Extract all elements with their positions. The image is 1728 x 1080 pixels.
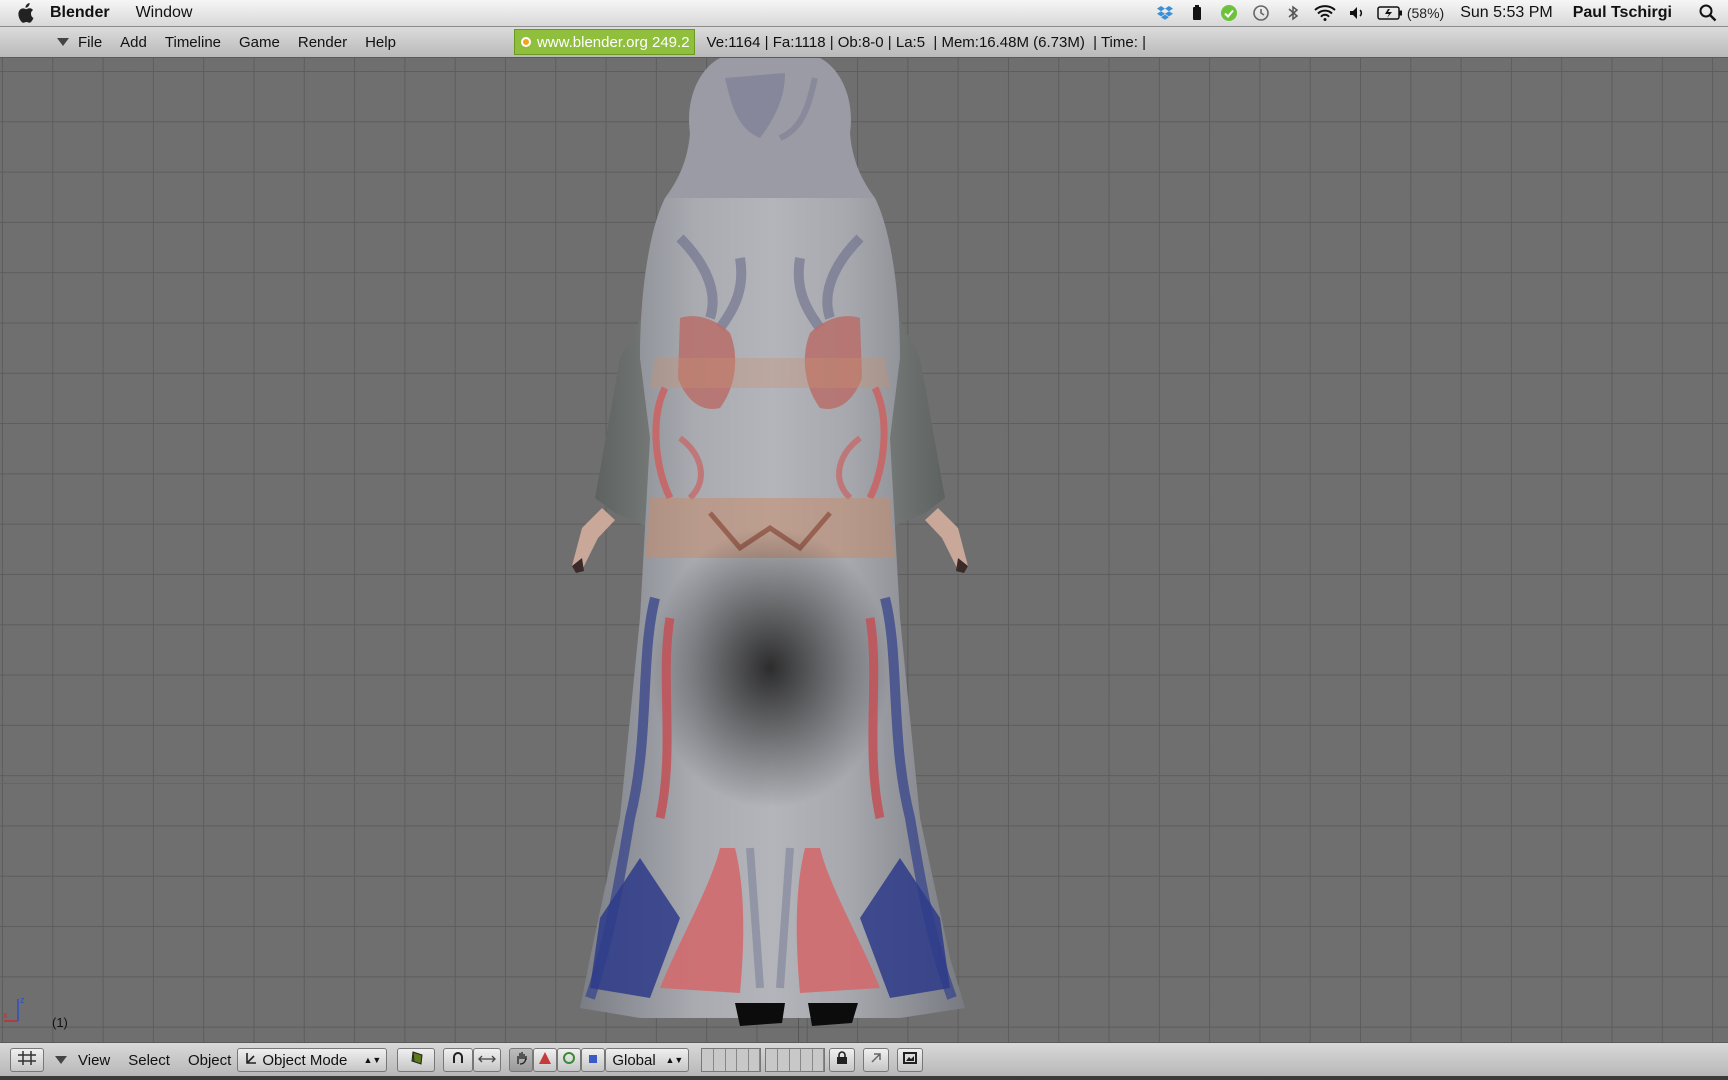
translate-icon bbox=[538, 1051, 552, 1069]
battery-percent: (58%) bbox=[1406, 5, 1445, 21]
mode-select-value: Object Mode bbox=[262, 1051, 348, 1069]
grid-icon bbox=[17, 1050, 37, 1070]
link-icon bbox=[868, 1050, 884, 1070]
window-menu[interactable]: Window bbox=[136, 4, 193, 22]
spotlight-search-icon[interactable] bbox=[1688, 0, 1728, 26]
apple-menu-icon[interactable] bbox=[0, 3, 50, 23]
rotate-toggle[interactable] bbox=[557, 1048, 582, 1072]
blender-version-badge[interactable]: www.blender.org 249.2 bbox=[513, 29, 695, 55]
render-menu[interactable]: Render bbox=[298, 34, 347, 51]
object-mode-icon bbox=[244, 1051, 258, 1069]
pivot-icon bbox=[450, 1050, 466, 1070]
snap-button[interactable] bbox=[473, 1048, 502, 1072]
layer-buttons-b[interactable] bbox=[765, 1048, 826, 1072]
rotate-icon bbox=[562, 1051, 576, 1069]
timeline-menu[interactable]: Timeline bbox=[165, 34, 221, 51]
scene-stats: Ve:1164 | Fa:1118 | Ob:8-0 | La:5 | Mem:… bbox=[706, 33, 1146, 51]
add-menu[interactable]: Add bbox=[120, 34, 147, 51]
axis-gizmo: z x bbox=[3, 995, 25, 1022]
layer-buttons-a[interactable] bbox=[701, 1048, 762, 1072]
draw-type-button[interactable] bbox=[397, 1048, 436, 1072]
updown-arrows-icon: ▲▼ bbox=[665, 1055, 684, 1065]
header-collapse-icon[interactable] bbox=[48, 37, 78, 47]
editor-type-button[interactable] bbox=[10, 1048, 44, 1072]
manipulator-toggle[interactable] bbox=[509, 1048, 534, 1072]
help-menu[interactable]: Help bbox=[365, 34, 396, 51]
updown-arrows-icon: ▲▼ bbox=[363, 1055, 382, 1065]
scale-icon bbox=[587, 1052, 599, 1069]
orientation-select-value: Global bbox=[612, 1051, 656, 1069]
view-menu[interactable]: View bbox=[78, 1052, 110, 1069]
battery-app-icon[interactable] bbox=[1181, 0, 1213, 26]
3d-viewport[interactable]: z x (1) bbox=[0, 58, 1728, 1042]
blender-logo-icon bbox=[520, 37, 531, 47]
link-scene-button[interactable] bbox=[863, 1048, 890, 1072]
macos-menubar: Blender Window (58%) Sun 5:53 PM Paul Ts… bbox=[0, 0, 1728, 27]
user-name-menu[interactable]: Paul Tschirgi bbox=[1573, 4, 1672, 22]
game-menu[interactable]: Game bbox=[239, 34, 280, 51]
bottom-edge-strip bbox=[0, 1076, 1728, 1080]
battery-icon[interactable] bbox=[1373, 0, 1407, 26]
object-menu[interactable]: Object bbox=[188, 1052, 231, 1069]
lock-layers-button[interactable] bbox=[829, 1048, 856, 1072]
orientation-select[interactable]: Global ▲▼ bbox=[605, 1048, 690, 1072]
shading-icon bbox=[405, 1050, 427, 1070]
translate-toggle[interactable] bbox=[533, 1048, 558, 1072]
blender-info-header: File Add Timeline Game Render Help www.b… bbox=[0, 27, 1728, 58]
manipulator-hand-icon bbox=[513, 1050, 529, 1070]
render-icon bbox=[902, 1050, 918, 1070]
checkmark-app-icon[interactable] bbox=[1213, 0, 1245, 26]
robed-figure-model[interactable] bbox=[560, 58, 1040, 1042]
dropbox-icon[interactable] bbox=[1149, 0, 1181, 26]
select-menu[interactable]: Select bbox=[128, 1052, 170, 1069]
file-menu[interactable]: File bbox=[78, 34, 102, 51]
wifi-icon[interactable] bbox=[1309, 0, 1341, 26]
3d-view-header: View Select Object Object Mode ▲▼ Global… bbox=[0, 1042, 1728, 1077]
menubar-clock[interactable]: Sun 5:53 PM bbox=[1460, 4, 1553, 22]
render-preview-button[interactable] bbox=[897, 1048, 924, 1072]
lock-icon bbox=[836, 1051, 848, 1069]
time-machine-icon[interactable] bbox=[1245, 0, 1277, 26]
bluetooth-icon[interactable] bbox=[1277, 0, 1309, 26]
pivot-button[interactable] bbox=[443, 1048, 474, 1072]
mode-select[interactable]: Object Mode ▲▼ bbox=[237, 1048, 388, 1072]
scale-toggle[interactable] bbox=[581, 1048, 606, 1072]
blender-version-label: www.blender.org 249.2 bbox=[536, 33, 690, 51]
app-name-menu[interactable]: Blender bbox=[50, 4, 110, 22]
menu-collapse-icon[interactable] bbox=[54, 1052, 68, 1069]
snap-icon bbox=[478, 1052, 497, 1069]
volume-icon[interactable] bbox=[1341, 0, 1373, 26]
x-axis-label: x bbox=[3, 1010, 8, 1020]
z-axis-label: z bbox=[20, 995, 25, 1005]
current-frame-label: (1) bbox=[52, 1015, 68, 1030]
